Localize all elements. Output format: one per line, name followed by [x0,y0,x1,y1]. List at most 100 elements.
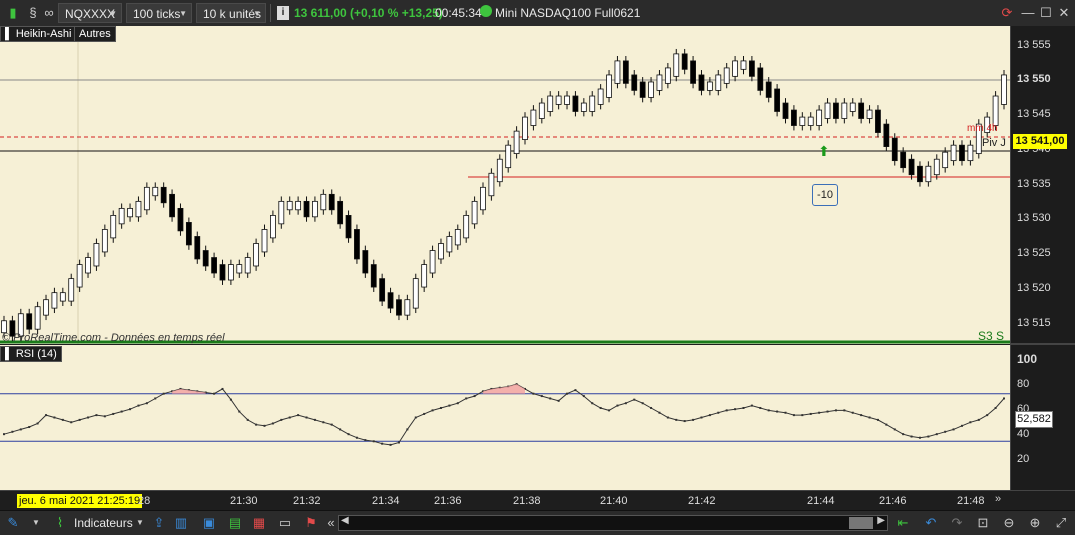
pencil-icon[interactable]: ✎ [4,514,22,532]
candle-body [748,60,755,77]
others-button[interactable]: Autres [74,26,116,42]
candle [908,154,915,180]
maximize-icon[interactable]: ☐ [1038,4,1054,22]
rsi-chart-canvas[interactable] [0,345,1010,490]
x-tick-label: 21:42 [688,495,716,507]
x-tick-label: 21:38 [513,495,541,507]
zoom-out-icon[interactable]: ⊖ [1000,514,1018,532]
rsi-panel[interactable]: ▌ RSI (14) [0,345,1010,490]
candle [396,294,402,321]
candle [933,154,940,180]
screen-icon[interactable]: ▭ [276,514,294,532]
bottom-toolbar: ✎ ▼ ⌇ Indicateurs ▼ ⇪ ▥ ▣ ▤ ▦ ▭ ⚑ « ◀ ▶ … [0,510,1075,535]
contract-name: Mini NASDAQ100 Full0621 [495,6,641,20]
candle-body [723,67,730,84]
interval-select[interactable]: 100 ticks ▼ [126,3,192,23]
info-icon[interactable]: i [277,6,289,20]
chevron-down-icon[interactable]: ▼ [134,514,146,532]
x-axis[interactable]: jeu. 6 mai 2021 21:25:19 28 21:30 21:32 21… [0,490,1075,511]
alert-icon[interactable]: ⚑ [302,514,320,532]
zoom-fit-icon[interactable]: ⇤ [894,514,912,532]
candle-body [807,116,814,126]
indicators-button[interactable]: Indicateurs [74,513,133,533]
x-tick-label: 21:32 [293,495,321,507]
candle [765,77,772,103]
candle-body [387,292,394,309]
candle-body [589,95,596,112]
candle-body [530,109,537,126]
rsi-tick-label: 40 [1017,428,1030,440]
candle-body [101,229,108,253]
scrollbar-thumb[interactable] [849,517,873,529]
refresh-icon[interactable]: ⟳ [998,4,1016,22]
zoom-in-icon[interactable]: ⊕ [1026,514,1044,532]
indicator-icon[interactable]: ⌇ [50,514,70,532]
scroll-right-icon[interactable]: » [995,493,1001,505]
horizontal-scrollbar[interactable]: ◀ ▶ [338,515,888,531]
candle [883,119,890,152]
candle-body [43,299,49,316]
undo-icon[interactable]: ↶ [922,514,940,532]
chevron-down-icon[interactable]: ▼ [30,514,42,532]
share-icon[interactable]: ⇪ [150,514,168,532]
buy-arrow-icon[interactable]: ⬆ [818,143,830,160]
candle [816,105,823,131]
candle [967,140,974,166]
price-chart-canvas[interactable] [0,26,1010,344]
candle [723,63,730,89]
candle-body [799,116,806,126]
candle [59,287,66,307]
zoom-area-icon[interactable]: ⊡ [974,514,992,532]
panel-divider[interactable] [1011,343,1075,345]
instrument-select[interactable]: NQXXXX ▼ [58,3,122,23]
candle [152,182,159,201]
minimize-icon[interactable]: — [1020,4,1036,22]
candle-body [152,186,159,197]
instrument-value: NQXXXX [65,7,116,21]
price-tick-label: 13 515 [1017,317,1051,329]
table-icon[interactable]: ▤ [226,514,244,532]
rsi-title[interactable]: ▌ RSI (14) [0,346,62,362]
chart-style-text: Heikin-Ashi [15,28,72,40]
candle-body [740,60,747,70]
window-icon[interactable]: ▣ [200,514,218,532]
candle [690,55,696,89]
close-icon[interactable]: ✕ [1056,4,1072,22]
rsi-tick-label: 80 [1017,378,1030,390]
redo-icon[interactable]: ↷ [948,514,966,532]
layout-icon[interactable]: ▥ [172,514,190,532]
rsi-tick-label: 20 [1017,453,1030,465]
candle-body [253,243,260,267]
candle-body [942,151,949,169]
candle-body [639,81,646,98]
candle-body [270,215,276,239]
scroll-right-arrow-icon[interactable]: ▶ [877,515,885,526]
candle [513,126,520,159]
candlestick-icon[interactable]: ▮ [4,4,22,22]
order-badge[interactable]: -10 [812,184,838,206]
candle [177,203,184,236]
options-icon[interactable]: § [26,4,40,22]
chart-style-label[interactable]: ▌ Heikin-Ashi [0,26,77,42]
units-select[interactable]: 10 k unités ▼ [196,3,266,23]
candle [110,210,117,243]
candle-body [816,109,823,126]
candle-body [875,109,881,133]
candle-body [849,102,856,112]
price-chart[interactable]: ▌ Heikin-Ashi Autres © ProRealTime.com -… [0,26,1010,344]
candle-body [555,95,562,105]
y-axis[interactable]: 13 555 13 550 13 545 13 540 13 535 13 530 13 5… [1010,26,1075,490]
candle [648,77,654,103]
fullscreen-icon[interactable]: ⤢ [1052,514,1070,532]
candle-body [597,88,604,105]
scroll-left-arrow-icon[interactable]: ◀ [341,515,349,526]
link-icon[interactable]: ∞ [42,4,56,22]
candle [740,55,747,75]
candle-body [522,116,528,140]
candle-body [303,200,310,218]
candle-body [967,144,974,162]
scroll-left-icon[interactable]: « [324,514,338,532]
list-icon[interactable]: ▦ [250,514,268,532]
candle-body [824,102,831,119]
candle-body [732,60,738,77]
